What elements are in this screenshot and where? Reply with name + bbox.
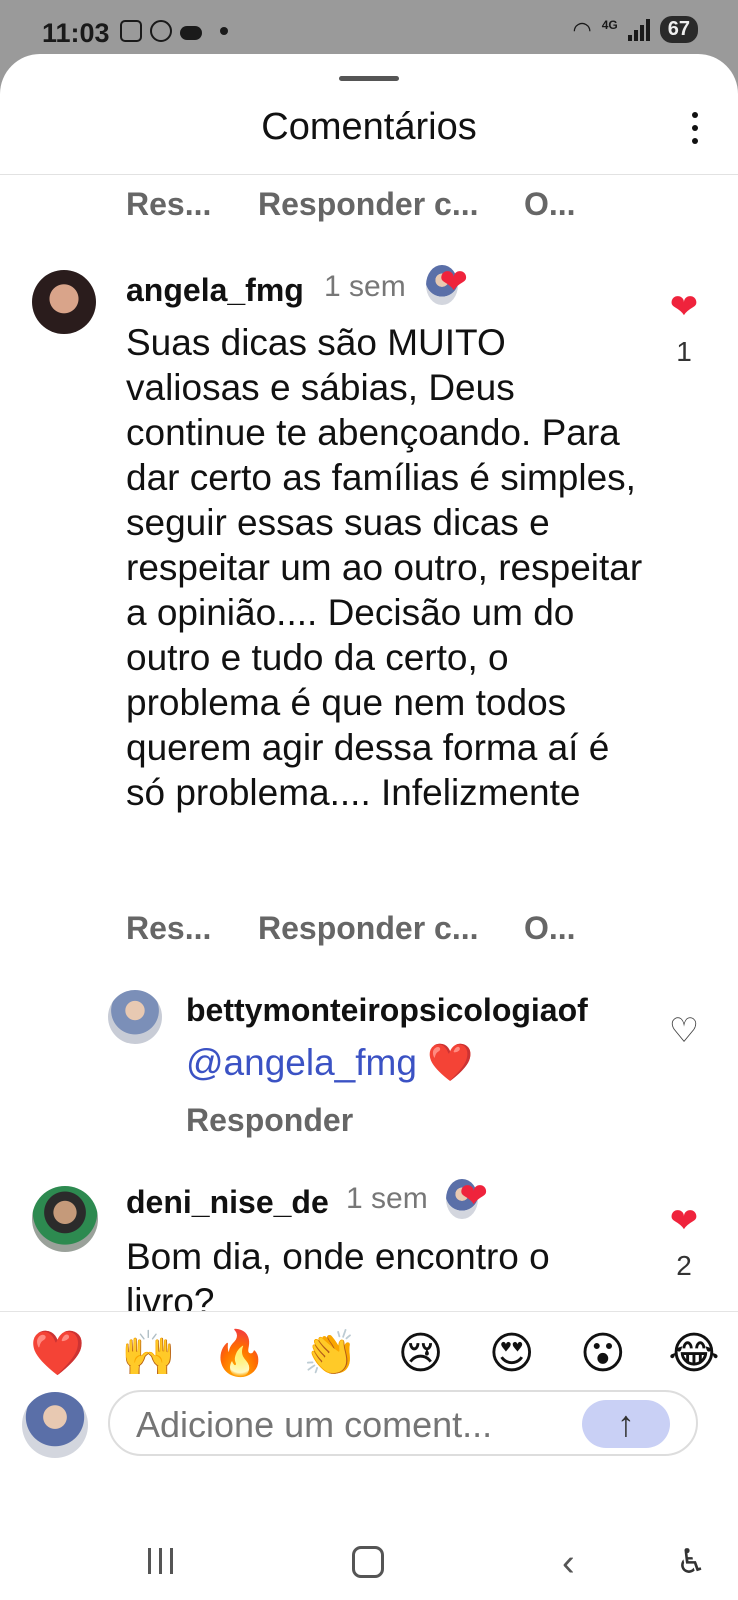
heart-icon: ❤ — [669, 1202, 699, 1240]
drag-handle[interactable] — [339, 76, 399, 81]
reply-button[interactable]: Responder — [186, 1102, 353, 1139]
reply-text: @angela_fmg ❤️ — [186, 1042, 473, 1085]
back-icon[interactable]: ‹ — [562, 1542, 575, 1585]
status-time: 11:03 — [42, 18, 110, 48]
comment-time: 1 sem — [324, 270, 406, 303]
emoji-crying[interactable]: 😢 — [395, 1328, 447, 1380]
reply-button[interactable]: Res... — [126, 910, 258, 947]
other-button[interactable]: O... — [524, 910, 576, 947]
comment-input-container[interactable]: ↑ — [108, 1390, 698, 1456]
status-bar: 11:03 ◠ 4G 67 — [0, 0, 738, 62]
emoji-heart[interactable]: ❤️ — [30, 1328, 85, 1380]
comment-username[interactable]: angela_fmg — [126, 272, 304, 309]
mention-link[interactable]: @angela_fmg — [186, 1042, 417, 1083]
heart-outline-icon: ♡ — [668, 1012, 700, 1050]
other-button[interactable]: O... — [524, 186, 576, 223]
system-nav-bar: ‹ ♿ — [0, 1520, 738, 1600]
comment-input[interactable] — [134, 1402, 578, 1448]
cloud-icon — [180, 26, 202, 40]
sheet-title: Comentários — [261, 106, 477, 148]
creator-liked-badge: ❤ — [426, 263, 469, 306]
notification-dot-icon — [220, 27, 228, 35]
comment-actions: Res... Responder c... O... — [126, 910, 576, 947]
send-button[interactable]: ↑ — [582, 1400, 670, 1448]
like-count: 2 — [676, 1250, 692, 1281]
reply-username[interactable]: bettymonteiropsicologiaof — [186, 992, 588, 1029]
composer: ❤️ 🙌 🔥 👏 😢 😍 😮 😂 ↑ ‹ ♿ — [0, 1311, 738, 1600]
comment-text: Suas dicas são MUITO valiosas e sábias, … — [126, 322, 643, 813]
heart-icon: ❤ — [669, 288, 699, 326]
network-type: 4G — [601, 17, 618, 32]
comment-actions: Res... Responder c... O... — [126, 186, 576, 223]
screenshot-icon — [120, 20, 142, 42]
avatar[interactable] — [32, 270, 96, 334]
arrow-up-icon: ↑ — [617, 1403, 635, 1444]
quick-emoji-bar: ❤️ 🙌 🔥 👏 😢 😍 😮 😂 — [30, 1328, 720, 1380]
reply-to-button[interactable]: Responder c... — [258, 910, 524, 947]
emoji-heart-eyes[interactable]: 😍 — [486, 1328, 538, 1380]
recent-apps-icon[interactable] — [148, 1548, 173, 1574]
emoji-laughing[interactable]: 😂 — [668, 1328, 720, 1380]
emoji-raising-hands[interactable]: 🙌 — [121, 1328, 176, 1380]
emoji-clapping[interactable]: 👏 — [303, 1328, 358, 1380]
emoji-surprised[interactable]: 😮 — [577, 1328, 629, 1380]
accessibility-icon[interactable]: ♿ — [676, 1542, 706, 1582]
heart-icon: ❤ — [459, 1177, 489, 1215]
signal-icon — [627, 18, 650, 41]
like-button[interactable]: ❤ 1 — [664, 290, 704, 368]
like-count: 1 — [676, 336, 692, 367]
divider — [0, 174, 738, 175]
reply-button[interactable]: Res... — [126, 186, 258, 223]
battery-level: 67 — [659, 16, 698, 43]
home-icon[interactable] — [352, 1546, 384, 1578]
comments-sheet: Comentários Res... Responder c... O... a… — [0, 54, 738, 1600]
avatar[interactable] — [108, 990, 162, 1044]
creator-liked-badge: ❤ — [446, 1177, 489, 1220]
comment-username[interactable]: deni_nise_de — [126, 1184, 329, 1221]
like-button[interactable]: ♡ — [664, 1014, 704, 1048]
more-options-icon[interactable] — [692, 112, 698, 144]
wifi-icon: ◠ — [572, 16, 592, 42]
heart-emoji: ❤️ — [427, 1042, 474, 1083]
reply-to-button[interactable]: Responder c... — [258, 186, 524, 223]
like-button[interactable]: ❤ 2 — [664, 1204, 704, 1282]
heart-icon: ❤ — [439, 263, 469, 301]
comment-time: 1 sem — [346, 1182, 428, 1215]
whatsapp-icon — [150, 20, 172, 42]
avatar[interactable] — [32, 1186, 98, 1252]
comment-input-row: ↑ — [22, 1390, 716, 1460]
emoji-fire[interactable]: 🔥 — [212, 1328, 267, 1380]
user-avatar[interactable] — [22, 1392, 88, 1458]
